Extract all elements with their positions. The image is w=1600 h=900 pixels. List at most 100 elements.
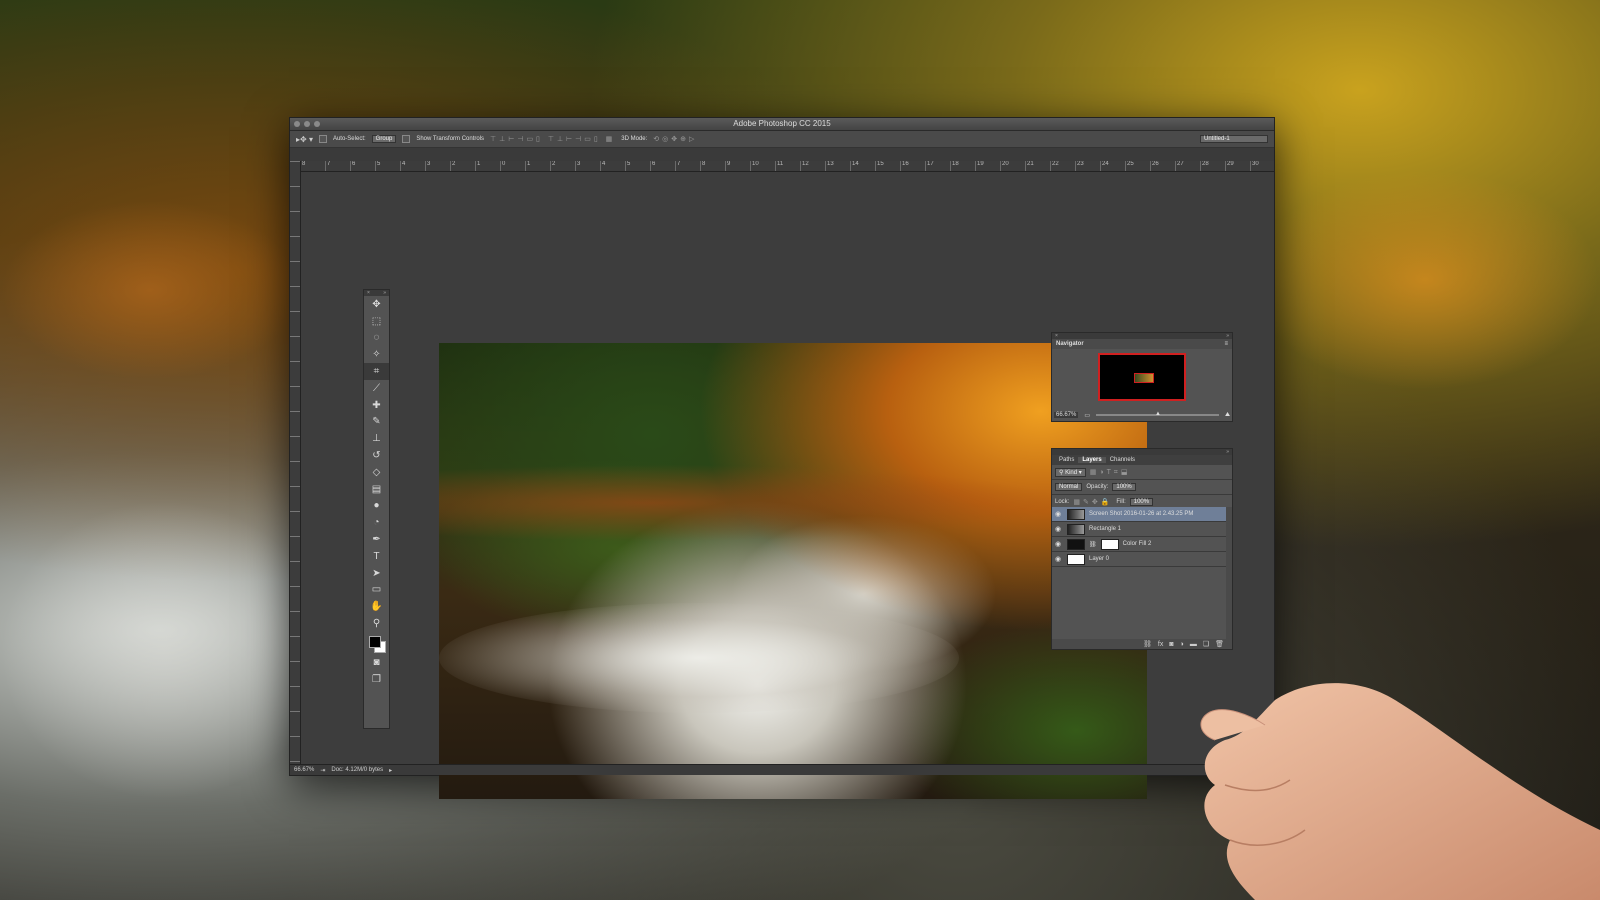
brush-tool-icon[interactable]: ✎ — [364, 414, 389, 431]
magic-wand-tool-icon[interactable]: ✧ — [364, 346, 389, 363]
ruler-number: 27 — [1177, 161, 1184, 167]
collapse-icon[interactable]: » — [1226, 333, 1229, 339]
canvas-area[interactable]: × » ✥ ⬚ ◌ ✧ ⌗ ⟋ ✚ ✎ ⊥ ↺ ◇ ▤ ● ◔ ✒ T ➤ ▭ … — [301, 172, 1274, 799]
background-glow-top-right — [1250, 170, 1600, 390]
ruler-number: 4 — [402, 161, 406, 167]
ruler-number: 22 — [1052, 161, 1059, 167]
zoom-out-icon[interactable]: ▭ — [1084, 412, 1090, 419]
move-tool-icon[interactable]: ✥ — [364, 296, 389, 313]
ruler-number: 1 — [527, 161, 531, 167]
healing-brush-tool-icon[interactable]: ✚ — [364, 397, 389, 414]
add-mask-icon[interactable]: ◙ — [1169, 641, 1173, 648]
new-layer-icon[interactable]: ❏ — [1203, 640, 1209, 648]
link-layers-icon[interactable]: ⛓ — [1143, 640, 1152, 648]
3d-mode-icons[interactable]: ⟲◎✥⊕▷ — [653, 135, 697, 143]
document-image-forest-stream[interactable] — [439, 343, 1147, 799]
adjustment-layer-icon[interactable]: ◑ — [1180, 641, 1184, 648]
layer-filter-icons[interactable]: ▦◑T⌗⬓ — [1090, 468, 1131, 477]
navigator-zoom-field[interactable]: 66.67% — [1054, 412, 1079, 418]
type-tool-icon[interactable]: T — [364, 548, 389, 565]
fill-field[interactable]: 100% — [1129, 498, 1154, 506]
dodge-tool-icon[interactable]: ◔ — [364, 514, 389, 531]
ruler-number: 19 — [977, 161, 984, 167]
tab-paths[interactable]: Paths — [1055, 457, 1078, 463]
ruler-number: 26 — [1152, 161, 1159, 167]
blend-mode-dropdown[interactable]: Normal — [1055, 483, 1083, 491]
tab-layers[interactable]: Layers — [1078, 457, 1106, 463]
ruler-number: 20 — [1002, 161, 1009, 167]
layer-thumbnail — [1067, 553, 1085, 565]
panel-menu-icon[interactable]: ≡ — [1224, 341, 1228, 347]
opacity-field[interactable]: 100% — [1112, 483, 1136, 491]
new-group-icon[interactable]: ▬ — [1190, 641, 1197, 648]
link-icon: ⛓ — [1089, 541, 1097, 548]
blur-tool-icon[interactable]: ● — [364, 498, 389, 515]
visibility-eye-icon[interactable]: ◉ — [1055, 555, 1063, 563]
tab-channels[interactable]: Channels — [1106, 457, 1139, 463]
lock-icons[interactable]: ▦✎✥🔒 — [1073, 498, 1112, 506]
ruler-number: 29 — [1227, 161, 1234, 167]
fx-icon[interactable]: fx — [1158, 641, 1163, 648]
pen-tool-icon[interactable]: ✒ — [364, 531, 389, 548]
hand-tool-icon[interactable]: ✋ — [364, 598, 389, 615]
workspace-dropdown[interactable]: Untitled-1 — [1200, 135, 1268, 143]
auto-select-dropdown[interactable]: Group — [371, 135, 397, 143]
status-zoom[interactable]: 66.67% — [294, 767, 314, 773]
auto-select-label: Auto-Select: — [332, 136, 366, 142]
visibility-eye-icon[interactable]: ◉ — [1055, 525, 1063, 533]
marquee-tool-icon[interactable]: ⬚ — [364, 313, 389, 330]
color-swatches[interactable] — [364, 632, 389, 654]
collapse-icon[interactable]: » — [1226, 449, 1229, 455]
show-transform-checkbox[interactable] — [402, 135, 411, 143]
layer-row-screen-shot[interactable]: ◉ Screen Shot 2016-01-26 at 2.43.25 PM — [1052, 507, 1226, 522]
history-brush-tool-icon[interactable]: ↺ — [364, 447, 389, 464]
crop-tool-icon[interactable]: ⌗ — [364, 363, 389, 380]
path-selection-tool-icon[interactable]: ➤ — [364, 565, 389, 582]
move-tool-preset-icon[interactable]: ▸✥ ▾ — [296, 135, 313, 144]
eraser-tool-icon[interactable]: ◇ — [364, 464, 389, 481]
layer-row-rectangle[interactable]: ◉ Rectangle 1 — [1052, 522, 1226, 537]
export-icon[interactable]: ⇥ — [320, 767, 325, 774]
quick-mask-icon[interactable]: ◙ — [364, 654, 389, 671]
rectangle-tool-icon[interactable]: ▭ — [364, 582, 389, 599]
close-icon[interactable]: × — [1055, 333, 1058, 339]
trash-icon[interactable]: 🗑 — [1215, 640, 1224, 648]
navigator-zoom-slider[interactable]: ▲ — [1096, 411, 1219, 417]
close-icon[interactable]: × — [367, 290, 370, 296]
navigator-title[interactable]: Navigator — [1056, 341, 1084, 347]
ruler-number: 28 — [1202, 161, 1209, 167]
layer-row-color-fill[interactable]: ◉ ⛓ Color Fill 2 — [1052, 537, 1226, 552]
ruler-number: 3 — [577, 161, 581, 167]
layer-filter-dropdown[interactable]: ⚲ Kind ▾ — [1055, 467, 1086, 477]
ruler-number: 7 — [327, 161, 331, 167]
layers-panel: » Paths Layers Channels ⚲ Kind ▾ ▦◑T⌗⬓ N… — [1051, 448, 1233, 650]
navigator-thumbnail[interactable] — [1098, 353, 1186, 401]
zoom-in-icon[interactable]: ⛰ — [1225, 412, 1230, 419]
auto-select-checkbox[interactable] — [318, 135, 327, 143]
screen-mode-icon[interactable]: ❐ — [364, 671, 389, 688]
layer-row-layer-0[interactable]: ◉ Layer 0 — [1052, 552, 1226, 567]
visibility-eye-icon[interactable]: ◉ — [1055, 540, 1063, 548]
eyedropper-tool-icon[interactable]: ⟋ — [364, 380, 389, 397]
gradient-tool-icon[interactable]: ▤ — [364, 481, 389, 498]
expand-icon[interactable]: » — [383, 290, 386, 296]
ruler-number: 2 — [552, 161, 556, 167]
layer-name: Rectangle 1 — [1089, 526, 1122, 532]
layer-list: ◉ Screen Shot 2016-01-26 at 2.43.25 PM ◉… — [1052, 507, 1226, 567]
ruler-number: 16 — [902, 161, 909, 167]
ruler-number: 11 — [777, 161, 784, 167]
navigator-view-box[interactable] — [1134, 373, 1154, 383]
foreground-color-swatch[interactable] — [369, 635, 381, 648]
status-menu-arrow-icon[interactable]: ▸ — [389, 767, 392, 774]
slider-knob-icon[interactable]: ▲ — [1155, 411, 1161, 417]
ruler-number: 10 — [752, 161, 759, 167]
visibility-eye-icon[interactable]: ◉ — [1055, 510, 1063, 518]
align-icons[interactable]: ⊤⊥⊢⊣▭▯ ⊤⊥⊢⊣▭▯ ▦ — [490, 135, 615, 143]
window-title: Adobe Photoshop CC 2015 — [733, 119, 831, 128]
clone-stamp-tool-icon[interactable]: ⊥ — [364, 430, 389, 447]
layers-scrollbar[interactable] — [1226, 507, 1232, 639]
zoom-tool-icon[interactable]: ⚲ — [364, 615, 389, 632]
layer-name: Screen Shot 2016-01-26 at 2.43.25 PM — [1089, 511, 1194, 517]
lasso-tool-icon[interactable]: ◌ — [364, 330, 389, 347]
status-bar: 66.67% ⇥ Doc: 4.12M/0 bytes ▸ — [290, 764, 1274, 775]
